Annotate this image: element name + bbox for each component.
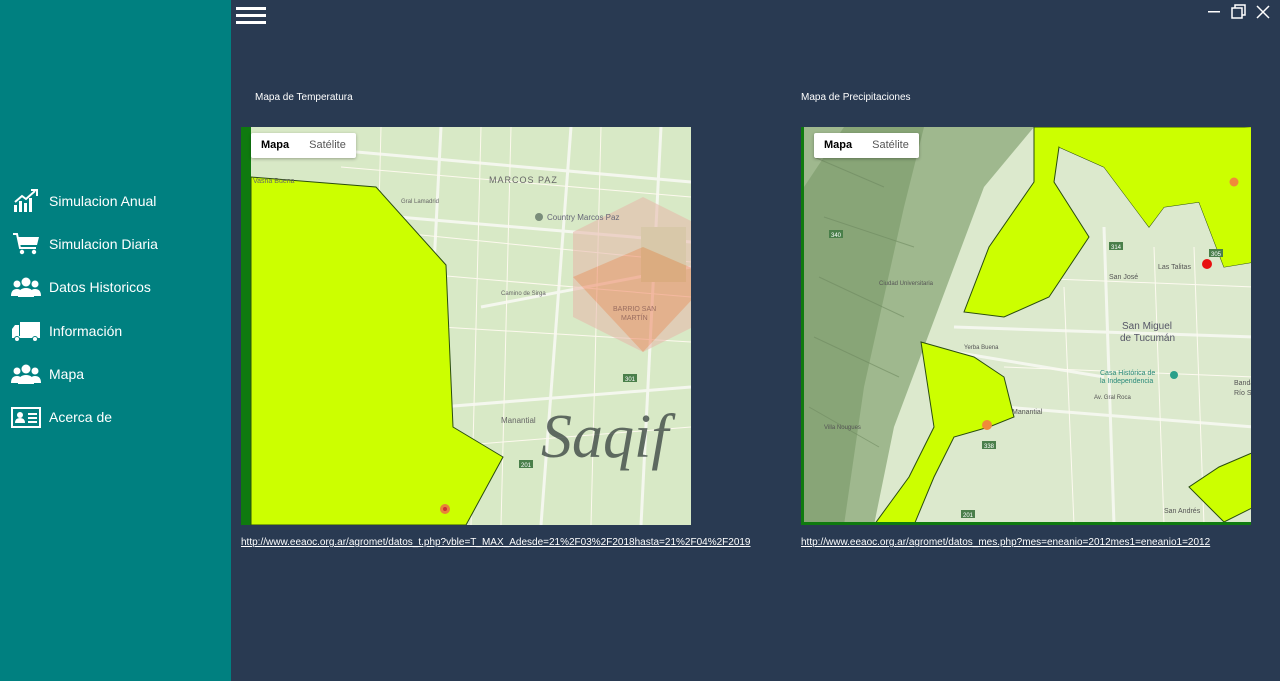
svg-text:Av. Gral Roca: Av. Gral Roca	[1094, 395, 1131, 401]
svg-text:Yerba Buena: Yerba Buena	[964, 345, 999, 351]
main-content: Mapa de Temperatura BARRIO SAN MARTÍN Sa…	[231, 0, 1280, 681]
map-type-satellite-button[interactable]: Satélite	[299, 133, 356, 158]
watermark: Saqif	[541, 403, 676, 471]
temperature-map[interactable]: BARRIO SAN MARTÍN Saqif MARCOS PAZ Count…	[241, 127, 691, 525]
maximize-icon[interactable]	[1229, 3, 1247, 21]
menu-icon[interactable]	[236, 7, 266, 27]
svg-text:Gral Lamadrid: Gral Lamadrid	[401, 199, 439, 205]
svg-text:Vasha Buena: Vasha Buena	[253, 178, 295, 185]
svg-text:305: 305	[1211, 252, 1222, 258]
temperature-map-canvas: BARRIO SAN MARTÍN Saqif MARCOS PAZ Count…	[241, 127, 691, 525]
map-type-map-button[interactable]: Mapa	[814, 133, 862, 158]
svg-text:Country Marcos Paz: Country Marcos Paz	[547, 213, 619, 222]
sidebar-item-acerca-de[interactable]: Acerca de	[10, 402, 112, 432]
svg-text:de Tucumán: de Tucumán	[1120, 333, 1175, 344]
sidebar-item-simulacion-anual[interactable]: Simulacion Anual	[10, 186, 156, 216]
precipitation-data-link[interactable]: http://www.eeaoc.org.ar/agromet/datos_me…	[801, 537, 1210, 548]
chart-up-icon	[10, 188, 42, 214]
precipitation-map-title: Mapa de Precipitaciones	[801, 92, 911, 103]
svg-text:BARRIO SAN: BARRIO SAN	[613, 306, 656, 313]
svg-text:340: 340	[831, 233, 842, 239]
svg-text:San Miguel: San Miguel	[1122, 321, 1172, 332]
svg-text:201: 201	[521, 463, 532, 469]
map-type-control: Mapa Satélite	[251, 133, 356, 158]
svg-text:MARCOS PAZ: MARCOS PAZ	[489, 175, 558, 185]
sidebar-item-mapa[interactable]: Mapa	[10, 359, 84, 389]
sidebar-item-label: Acerca de	[49, 409, 113, 425]
temperature-data-link[interactable]: http://www.eeaoc.org.ar/agromet/datos_t.…	[241, 537, 751, 548]
sidebar-item-label: Información	[49, 323, 123, 339]
svg-text:Manantial: Manantial	[1012, 409, 1043, 416]
sidebar-item-label: Mapa	[49, 366, 85, 382]
truck-icon	[10, 318, 42, 344]
map-type-map-button[interactable]: Mapa	[251, 133, 299, 158]
svg-text:MARTÍN: MARTÍN	[621, 313, 648, 322]
precipitation-map[interactable]: San Miguel de Tucumán Casa Histórica de …	[801, 127, 1251, 525]
sidebar: Simulacion Anual Simulacion Diaria Datos…	[0, 0, 231, 681]
svg-text:Casa Histórica de: Casa Histórica de	[1100, 370, 1155, 377]
map-type-control: Mapa Satélite	[814, 133, 919, 158]
svg-text:338: 338	[984, 444, 995, 450]
svg-text:San Andrés: San Andrés	[1164, 508, 1201, 515]
svg-text:Ciudad Universitaria: Ciudad Universitaria	[879, 281, 934, 287]
precipitation-map-canvas: San Miguel de Tucumán Casa Histórica de …	[804, 127, 1251, 522]
minimize-icon[interactable]	[1205, 3, 1223, 21]
sidebar-item-label: Simulacion Diaria	[49, 236, 158, 252]
cart-icon	[10, 231, 42, 257]
svg-text:314: 314	[1111, 245, 1122, 251]
svg-text:Banda del: Banda del	[1234, 380, 1251, 387]
svg-text:Las Talitas: Las Talitas	[1158, 264, 1191, 271]
svg-text:Río Salí: Río Salí	[1234, 390, 1251, 397]
users-icon	[10, 361, 42, 387]
users-icon	[10, 274, 42, 300]
sidebar-item-datos-historicos[interactable]: Datos Historicos	[10, 272, 151, 302]
svg-text:Camino de Sirga: Camino de Sirga	[501, 291, 546, 297]
temperature-map-title: Mapa de Temperatura	[255, 92, 353, 103]
svg-text:San José: San José	[1109, 274, 1138, 281]
sidebar-item-simulacion-diaria[interactable]: Simulacion Diaria	[10, 229, 158, 259]
sidebar-item-informacion[interactable]: Información	[10, 316, 122, 346]
svg-text:la Independencia: la Independencia	[1100, 378, 1153, 385]
close-icon[interactable]	[1254, 3, 1272, 21]
id-card-icon	[10, 404, 42, 430]
sidebar-item-label: Datos Historicos	[49, 279, 151, 295]
svg-text:301: 301	[625, 377, 636, 383]
svg-text:Villa Nougues: Villa Nougues	[824, 425, 861, 431]
svg-text:Manantial: Manantial	[501, 416, 536, 425]
sidebar-item-label: Simulacion Anual	[49, 193, 157, 209]
svg-text:201: 201	[963, 513, 974, 519]
map-type-satellite-button[interactable]: Satélite	[862, 133, 919, 158]
